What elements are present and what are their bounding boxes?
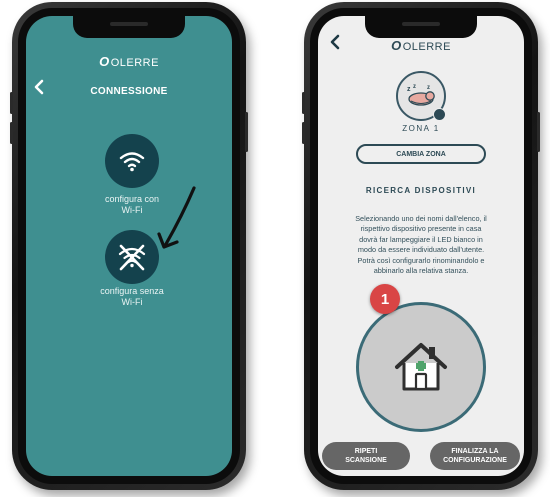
logo-text: OLERRE (402, 41, 451, 53)
sleeping-zone-icon: z z z (407, 84, 435, 106)
svg-text:z: z (413, 84, 416, 90)
logo-mark: O (391, 38, 402, 53)
instructions-line: dovrà far lampeggiare il LED bianco in (359, 234, 483, 244)
phone-notch (365, 16, 477, 38)
volume-button (302, 92, 305, 114)
button-label-line: RIPETI (354, 448, 378, 455)
brand-logo: OOLERRE (318, 38, 524, 53)
power-button (537, 112, 540, 152)
speaker-grille (110, 22, 148, 26)
phone-notch (73, 16, 185, 38)
device-scan-button[interactable] (356, 302, 486, 432)
label-line: Wi-Fi (121, 297, 143, 307)
svg-text:z: z (427, 85, 430, 91)
device-count-badge: 1 (370, 284, 400, 314)
house-icon (395, 343, 447, 391)
instructions-line: modo da essere individuato dall'utente. (357, 245, 485, 255)
wifi-icon (119, 152, 145, 172)
instructions-line: rispettivo dispositivo presente in casa (360, 224, 482, 234)
label-line: configura senza (100, 286, 164, 296)
instructions-line: Selezionando uno dei nomi dall'elenco, i… (355, 214, 487, 223)
logo-mark: O (99, 54, 110, 69)
brand-logo: OOLERRE (26, 54, 232, 69)
configure-without-wifi-button[interactable] (105, 230, 159, 284)
phone-frame-left: OOLERRE CONNESSIONE configura con Wi-Fi (10, 2, 248, 490)
change-zone-button[interactable]: CAMBIA ZONA (356, 144, 486, 164)
volume-button (302, 122, 305, 144)
volume-button (10, 92, 13, 114)
phone-frame-right: OOLERRE z z z ZONA 1 CAMBIA ZONA RICERCA… (302, 2, 540, 490)
button-label-line: SCANSIONE (345, 457, 387, 464)
device-search-screen: OOLERRE z z z ZONA 1 CAMBIA ZONA RICERCA… (318, 16, 524, 476)
instructions-line: Potrà così configurarlo rinominandolo e (357, 255, 485, 265)
zone-avatar: z z z (396, 71, 446, 121)
svg-text:z: z (407, 86, 411, 93)
configure-without-wifi-label: configura senza Wi-Fi (72, 286, 192, 308)
logo-text: OLERRE (110, 57, 159, 69)
zone-label: ZONA 1 (402, 124, 440, 133)
section-title: RICERCA DISPOSITIVI (365, 186, 477, 195)
button-label-line: CONFIGURAZIONE (443, 457, 507, 464)
button-label-line: FINALIZZA LA (451, 448, 499, 455)
connection-screen: OOLERRE CONNESSIONE configura con Wi-Fi (26, 16, 232, 476)
configure-with-wifi-button[interactable] (105, 134, 159, 188)
wifi-off-icon (118, 244, 146, 271)
speaker-grille (402, 22, 440, 26)
power-button (245, 112, 248, 152)
instructions-text: Selezionando uno dei nomi dall'elenco, i… (328, 214, 514, 276)
finalize-configuration-button[interactable]: FINALIZZA LA CONFIGURAZIONE (430, 442, 520, 470)
instructions-line: abbinarlo alla relativa stanza. (373, 266, 469, 276)
volume-button (10, 122, 13, 144)
rescan-button[interactable]: RIPETI SCANSIONE (322, 442, 410, 470)
page-title: CONNESSIONE (90, 86, 168, 97)
arrow-pointer-icon (157, 186, 196, 249)
edit-badge (433, 108, 446, 121)
